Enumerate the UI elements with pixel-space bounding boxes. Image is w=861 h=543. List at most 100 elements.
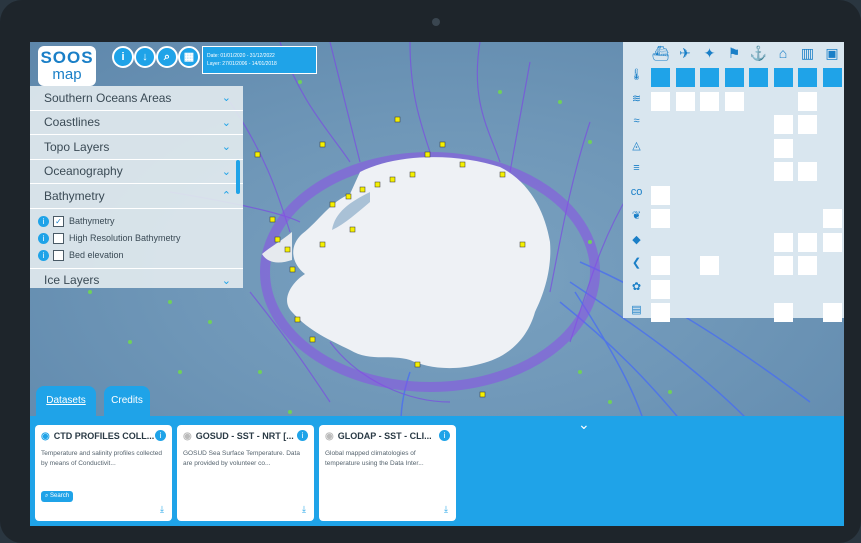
grid-cell[interactable] xyxy=(798,91,817,111)
grid-cell[interactable] xyxy=(749,68,768,87)
layer-range-text: Layer: 27/01/2006 - 14/01/2018 xyxy=(207,61,277,67)
grid-cell[interactable] xyxy=(773,68,793,87)
layer-panel-scrollbar[interactable] xyxy=(236,160,240,194)
grid-cell xyxy=(700,186,719,205)
mooring-icon[interactable]: ⚓ xyxy=(749,45,768,62)
dataset-card[interactable]: ◉ CTD PROFILES COLL... i Temperature and … xyxy=(35,425,172,521)
grid-cell[interactable] xyxy=(773,162,793,181)
grid-cell xyxy=(725,256,744,275)
book-icon[interactable]: ▤ xyxy=(627,303,646,316)
download-icon[interactable]: ⤓ xyxy=(444,504,448,515)
layer-group-ice[interactable]: Ice Layers ⌄ xyxy=(30,267,243,293)
grid-cell[interactable] xyxy=(651,279,670,299)
download-icon[interactable]: ↓ xyxy=(134,46,156,68)
grid-cell xyxy=(823,162,842,181)
collapse-chevron-icon[interactable]: ⌄ xyxy=(578,416,590,433)
temperature-icon[interactable]: 🌡 xyxy=(627,68,646,81)
grid-cell[interactable] xyxy=(773,115,793,134)
other-icon[interactable]: ▣ xyxy=(823,45,842,62)
layer-item-label: Bathymetry xyxy=(69,216,115,226)
grid-cell[interactable] xyxy=(798,256,817,275)
info-icon[interactable]: i xyxy=(112,46,134,68)
search-button[interactable]: ⌕ Search xyxy=(41,491,74,502)
grid-cell[interactable] xyxy=(724,68,744,87)
dataset-card[interactable]: ◉ GOSUD - SST - NRT [... i GOSUD Sea Surf… xyxy=(177,425,314,521)
grid-cell[interactable] xyxy=(700,256,719,275)
layer-group-oceanography[interactable]: Oceanography ⌄ xyxy=(30,160,243,184)
grid-cell xyxy=(749,115,768,134)
glider-icon[interactable]: ✈ xyxy=(676,45,695,62)
grid-cell[interactable] xyxy=(773,256,793,275)
grid-cell xyxy=(676,233,695,252)
layer-item-bed-elevation[interactable]: i Bed elevation xyxy=(38,247,235,264)
nutrient-icon[interactable]: ◆ xyxy=(627,233,646,246)
grid-cell[interactable] xyxy=(651,68,670,87)
grid-cell[interactable] xyxy=(651,256,670,275)
info-icon[interactable]: i xyxy=(38,232,49,244)
tab-credits[interactable]: Credits xyxy=(104,386,150,416)
map-icon[interactable]: ▥ xyxy=(798,45,817,62)
station-icon[interactable]: ⌂ xyxy=(774,45,793,61)
grid-cell[interactable] xyxy=(798,115,817,134)
grid-cell xyxy=(725,115,744,134)
fish-icon[interactable]: ❮ xyxy=(627,256,646,269)
biology-icon[interactable]: ❦ xyxy=(627,209,646,222)
layer-group-topo[interactable]: Topo Layers ⌄ xyxy=(30,135,243,160)
download-icon[interactable]: ⤓ xyxy=(302,504,306,515)
grid-cell[interactable] xyxy=(822,303,842,322)
salinity-icon[interactable]: ≋ xyxy=(627,92,646,105)
screen: SOOS map i ↓ ⌕ ▦ Date: 01/01/2020 - 31/1… xyxy=(30,42,844,526)
calendar-icon[interactable]: ▦ xyxy=(178,46,200,68)
ship-icon[interactable]: ⛴ xyxy=(651,45,670,62)
layer-group-coastlines[interactable]: Coastlines ⌄ xyxy=(30,111,243,135)
grid-cell[interactable] xyxy=(822,68,842,87)
eye-icon[interactable]: ◉ xyxy=(41,431,50,442)
info-icon[interactable]: i xyxy=(297,430,308,441)
grid-cell[interactable] xyxy=(675,91,695,111)
info-icon[interactable]: i xyxy=(38,249,49,261)
grid-cell[interactable] xyxy=(651,185,670,205)
layer-group-bathymetry[interactable]: Bathymetry ⌃ xyxy=(30,184,243,209)
grid-cell[interactable] xyxy=(700,91,719,111)
grid-cell[interactable] xyxy=(773,232,793,252)
grid-cell[interactable] xyxy=(798,162,817,181)
grid-cell[interactable] xyxy=(798,232,817,252)
checkbox[interactable]: ✓ xyxy=(53,215,64,227)
wave-icon[interactable]: ≈ xyxy=(627,115,646,127)
layer-item-bathymetry[interactable]: i ✓ Bathymetry xyxy=(38,213,235,230)
eye-icon[interactable]: ◉ xyxy=(183,431,192,442)
grid-cell[interactable] xyxy=(651,91,670,111)
grid-cell[interactable] xyxy=(822,209,842,228)
animal-icon[interactable]: ✦ xyxy=(700,45,719,62)
wind-icon[interactable]: ≡ xyxy=(627,162,646,174)
info-icon[interactable]: i xyxy=(155,430,166,441)
grid-cell[interactable] xyxy=(651,209,670,228)
tab-datasets[interactable]: Datasets xyxy=(36,386,96,416)
grid-cell[interactable] xyxy=(773,303,793,322)
grid-cell[interactable] xyxy=(651,303,670,322)
grid-cell[interactable] xyxy=(675,68,695,87)
layer-item-high-res[interactable]: i High Resolution Bathymetry xyxy=(38,230,235,247)
info-icon[interactable]: i xyxy=(38,215,49,227)
grid-cell[interactable] xyxy=(822,232,842,252)
search-icon[interactable]: ⌕ xyxy=(156,46,178,68)
co2-icon[interactable]: co xyxy=(627,186,646,198)
grid-cell[interactable] xyxy=(724,91,744,111)
grid-cell[interactable] xyxy=(773,138,793,158)
eye-icon[interactable]: ◉ xyxy=(325,431,334,442)
float-icon[interactable]: ⚑ xyxy=(725,45,744,62)
layer-group-label: Ice Layers xyxy=(44,273,100,288)
dataset-description: GOSUD Sea Surface Temperature. Data are … xyxy=(183,450,300,467)
download-icon[interactable]: ⤓ xyxy=(160,504,164,515)
ice-icon[interactable]: ◬ xyxy=(627,139,646,152)
info-icon[interactable]: i xyxy=(439,430,450,441)
layer-group-southern-oceans[interactable]: Southern Oceans Areas ⌄ xyxy=(30,86,243,111)
grid-cell[interactable] xyxy=(700,68,719,87)
soos-logo[interactable]: SOOS map xyxy=(38,46,96,86)
dataset-card[interactable]: ◉ GLODAP - SST - CLI... i Global mapped c… xyxy=(319,425,456,521)
checkbox[interactable] xyxy=(53,232,64,244)
grid-cell[interactable] xyxy=(798,68,817,87)
date-range-box[interactable]: Date: 01/01/2020 - 31/12/2022 Layer: 27/… xyxy=(202,46,317,74)
plant-icon[interactable]: ✿ xyxy=(627,280,646,293)
checkbox[interactable] xyxy=(53,249,64,261)
